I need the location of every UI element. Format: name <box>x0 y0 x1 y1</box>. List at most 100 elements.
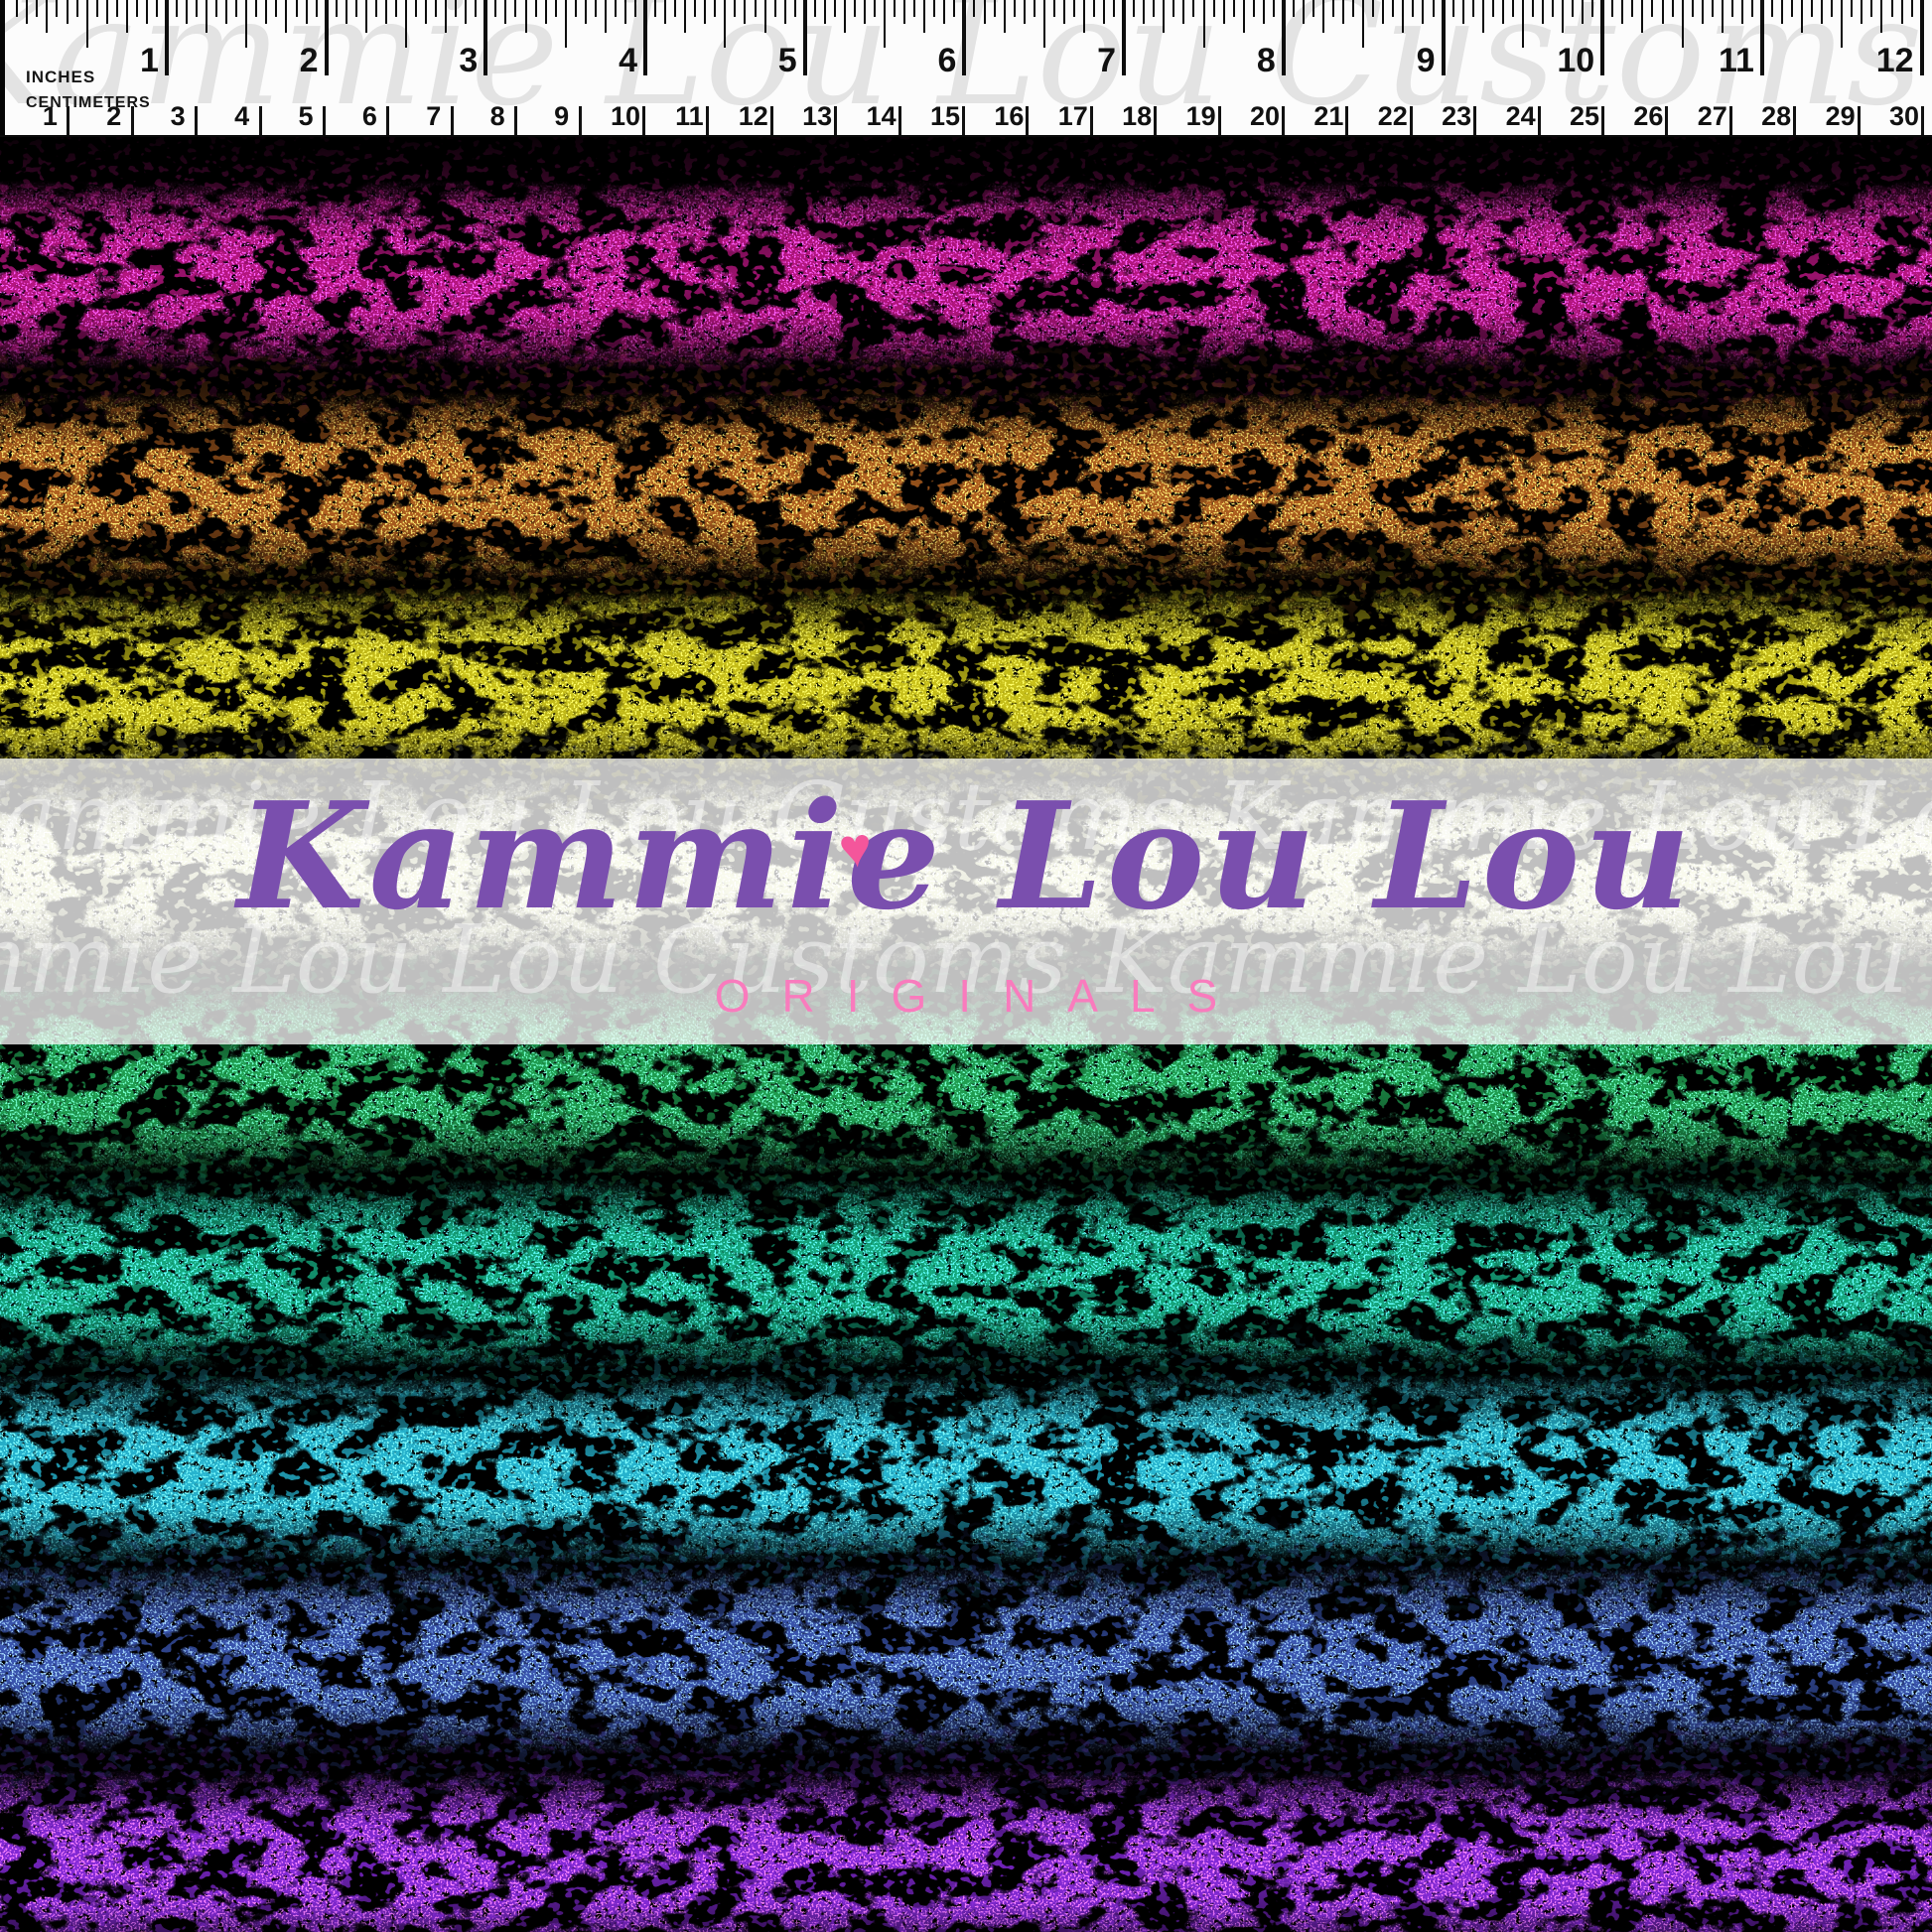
ruler-tick <box>1502 0 1504 24</box>
ruler-zero-edge <box>0 0 5 135</box>
ruler-tick <box>1482 0 1484 33</box>
ruler-tick <box>994 0 996 17</box>
ruler-tick <box>1741 0 1743 24</box>
ruler-tick <box>275 0 277 17</box>
ruler-tick <box>1253 0 1255 17</box>
ruler-tick <box>1014 0 1016 17</box>
ruler-tick <box>674 0 676 17</box>
cm-number: 24 <box>1499 101 1543 132</box>
cm-number: 18 <box>1115 101 1159 132</box>
ruler-tick <box>1163 0 1165 33</box>
ruler-tick <box>545 0 547 24</box>
ruler-tick <box>1512 0 1514 17</box>
ruler-tick <box>575 0 577 17</box>
ruler-tick <box>1382 0 1384 24</box>
inch-number: 2 <box>279 42 319 80</box>
cm-number: 20 <box>1243 101 1287 132</box>
ruler-tick <box>1472 0 1474 17</box>
ruler-tick <box>565 0 567 48</box>
ruler-tick <box>803 0 807 75</box>
ruler-tick <box>1332 0 1334 17</box>
inch-number: 6 <box>916 42 956 80</box>
ruler-tick <box>1063 0 1065 24</box>
ruler-tick <box>1870 0 1872 17</box>
brand-script-title: Kammie Lou Lou <box>0 782 1932 929</box>
ruler-tick <box>933 0 935 17</box>
ruler-tick <box>962 0 966 75</box>
ruler-tick <box>465 0 467 24</box>
ruler-tick <box>1113 0 1115 17</box>
ruler-tick <box>425 0 427 24</box>
ruler-tick <box>923 0 925 33</box>
ruler-tick <box>405 0 407 48</box>
ruler-tick <box>67 0 69 24</box>
ruler-tick <box>1153 0 1155 17</box>
ruler-tick <box>306 0 308 24</box>
ruler-tick <box>1751 0 1753 17</box>
ruler-tick <box>296 0 298 17</box>
cm-number: 8 <box>476 101 519 132</box>
ruler-tick <box>1841 0 1843 48</box>
ruler-tick <box>265 0 267 24</box>
ruler-tick <box>165 0 169 75</box>
ruler-tick <box>814 0 816 17</box>
ruler-tick <box>694 0 696 17</box>
ruler-tick <box>196 0 198 17</box>
ruler-tick <box>1263 0 1265 24</box>
ruler-tick <box>1122 0 1126 75</box>
ruler-tick <box>1182 0 1184 24</box>
ruler-tick <box>483 0 487 75</box>
cm-number: 21 <box>1307 101 1350 132</box>
ruler-tick <box>624 0 626 24</box>
ruler-tick <box>1372 0 1374 17</box>
ruler-tick <box>16 0 18 17</box>
ruler-tick <box>1043 0 1045 48</box>
ruler-tick <box>1641 0 1643 33</box>
ruler-tick <box>1233 0 1235 17</box>
ruler-tick <box>615 0 617 17</box>
ruler-tick <box>755 0 757 17</box>
ruler-tick <box>1312 0 1314 17</box>
ruler-tick <box>1093 0 1095 17</box>
ruler-tick <box>1173 0 1174 17</box>
inch-number: 8 <box>1236 42 1276 80</box>
ruler-tick <box>1522 0 1524 48</box>
ruler-tick <box>395 0 397 17</box>
ruler-tick <box>1651 0 1653 17</box>
inch-number: 12 <box>1874 42 1914 80</box>
ruler-tick <box>1880 0 1882 33</box>
ruler-tick <box>355 0 357 17</box>
ruler-tick <box>1542 0 1544 24</box>
ruler-tick <box>844 0 846 33</box>
ruler-tick <box>1731 0 1733 17</box>
ruler-tick <box>504 0 506 24</box>
ruler-tick <box>734 0 736 17</box>
ruler-tick <box>1831 0 1833 17</box>
ruler-tick <box>156 0 158 17</box>
ruler-tick <box>1452 0 1454 17</box>
cm-number: 9 <box>540 101 584 132</box>
ruler-tick <box>1672 0 1674 17</box>
ruler-tick <box>1532 0 1534 17</box>
ruler-tick <box>1073 0 1075 17</box>
cm-number: 30 <box>1882 101 1926 132</box>
inch-number: 4 <box>598 42 637 80</box>
ruler-tick <box>235 0 237 17</box>
ruler-tick <box>316 0 318 17</box>
ruler-tick <box>1801 0 1803 33</box>
ruler-tick <box>1492 0 1494 17</box>
ruler-tick <box>1760 0 1764 75</box>
ruler-tick <box>245 0 247 48</box>
cm-number: 17 <box>1051 101 1095 132</box>
ruler-tick <box>225 0 227 24</box>
ruler-tick <box>1362 0 1364 48</box>
brand-subtitle: ORIGINALS <box>0 969 1932 1023</box>
ruler-tick <box>834 0 836 17</box>
cm-number: 2 <box>92 101 136 132</box>
ruler-tick <box>1771 0 1773 17</box>
inch-number: 3 <box>438 42 478 80</box>
ruler-tick <box>704 0 706 24</box>
ruler-tick <box>744 0 746 24</box>
ruler-tick <box>864 0 866 24</box>
ruler-tick <box>1293 0 1295 17</box>
